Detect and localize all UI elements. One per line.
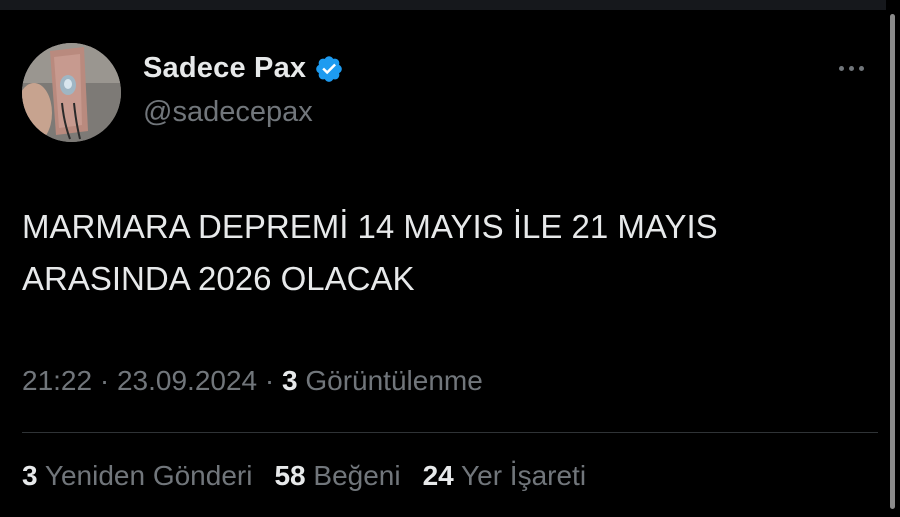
more-dot [839,65,844,71]
bookmarks-label: Yer İşareti [461,460,587,491]
likes-stat[interactable]: 58 Beğeni [274,460,400,492]
verified-badge-icon [316,55,343,82]
tweet-time[interactable]: 21:22 [22,365,92,396]
views-label: Görüntülenme [305,365,483,396]
divider [22,432,878,433]
engagement-stats: 3 Yeniden Gönderi 58 Beğeni 24 Yer İşare… [22,460,586,492]
meta-separator: · [99,365,110,396]
tweet-text: MARMARA DEPREMİ 14 MAYIS İLE 21 MAYIS AR… [22,208,718,297]
tweet-meta: 21:22 · 23.09.2024 · 3 Görüntülenme [22,365,483,397]
scrollbar-thumb[interactable] [890,14,895,509]
bookmarks-count: 24 [422,460,454,491]
reposts-label: Yeniden Gönderi [44,460,253,491]
author-name-row[interactable]: Sadece Pax [143,52,344,85]
tweet-date[interactable]: 23.09.2024 [117,365,257,396]
reposts-count: 3 [22,460,38,491]
likes-count: 58 [274,460,306,491]
more-options-icon[interactable] [839,60,879,76]
avatar-photo [22,43,121,142]
scrollbar[interactable] [886,0,900,517]
avatar[interactable] [22,43,121,142]
top-bar [0,0,900,10]
more-dot [849,65,854,71]
more-dot [859,65,864,71]
display-name[interactable]: Sadece Pax [143,52,306,85]
meta-separator: · [264,365,275,396]
views-count: 3 [282,365,298,396]
author-handle[interactable]: @sadecepax [143,96,313,129]
likes-label: Beğeni [313,460,401,491]
reposts-stat[interactable]: 3 Yeniden Gönderi [22,460,252,492]
bookmarks-stat[interactable]: 24 Yer İşareti [423,460,586,492]
